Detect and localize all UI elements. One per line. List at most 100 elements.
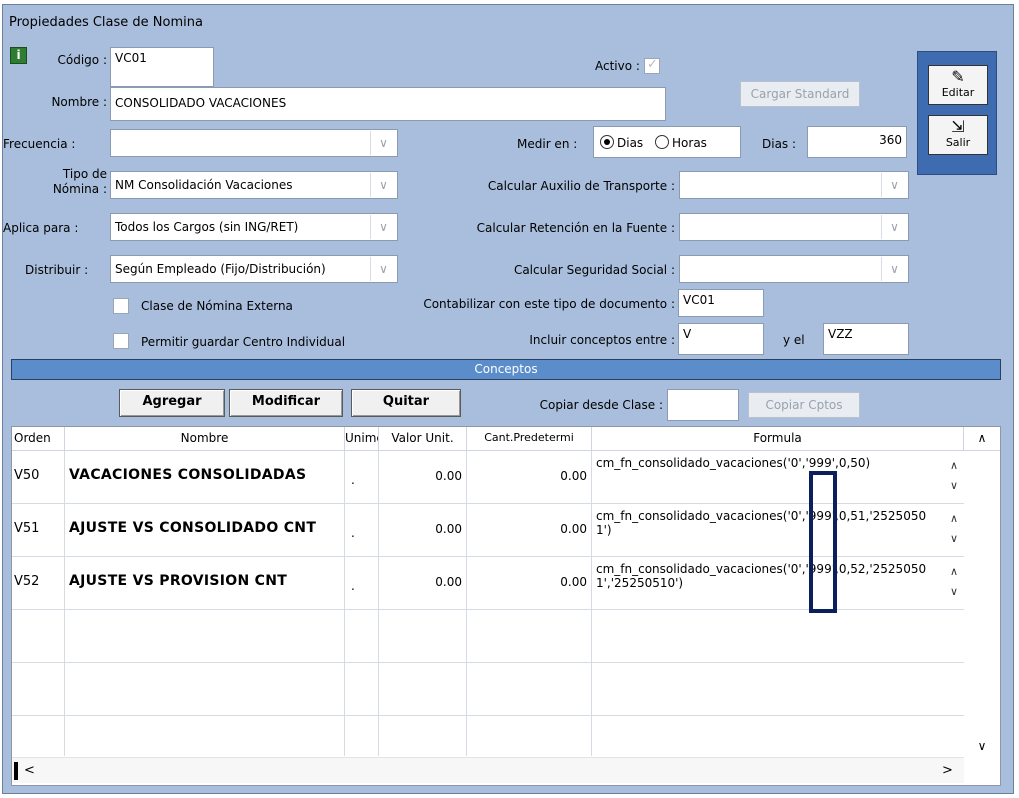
radio-horas[interactable]: Horas: [655, 135, 707, 150]
cell-nombre: VACACIONES CONSOLIDADAS: [65, 451, 345, 504]
cell-valor: 0.00: [379, 557, 467, 610]
dias-input[interactable]: 360: [807, 126, 907, 158]
empty-cell: [467, 716, 592, 756]
empty-cell: [467, 663, 592, 716]
chevron-down-icon[interactable]: ∨: [881, 215, 907, 239]
cell-scroll-up-icon[interactable]: ∧: [950, 512, 958, 525]
cell-scroll-up-icon[interactable]: ∧: [950, 459, 958, 472]
frecuencia-select[interactable]: ∨: [110, 129, 398, 157]
scroll-right-icon[interactable]: >: [942, 763, 953, 778]
medir-radio-group: Dias Horas: [593, 126, 741, 158]
quitar-button[interactable]: Quitar: [351, 389, 461, 417]
editar-label: Editar: [941, 86, 975, 99]
contabilizar-input[interactable]: VC01: [678, 289, 764, 317]
table-row-empty[interactable]: [12, 716, 964, 756]
cell-cant: 0.00: [467, 557, 592, 610]
cell-orden: V50: [12, 451, 65, 504]
cell-formula: cm_fn_consolidado_vacaciones('0','999',0…: [596, 509, 927, 537]
externa-checkbox[interactable]: [113, 298, 129, 314]
empty-cell: [65, 663, 345, 716]
centro-checkbox[interactable]: [113, 333, 129, 349]
table-row-empty[interactable]: [12, 610, 964, 663]
scroll-left-icon[interactable]: <: [24, 763, 35, 778]
column-header-orden[interactable]: Orden: [12, 427, 65, 451]
tipo-nomina-select[interactable]: NM Consolidación Vacaciones ∨: [110, 171, 398, 199]
incluir-from-input[interactable]: V: [678, 323, 764, 355]
incluir-yel-label: y el: [783, 333, 805, 347]
column-header-formula[interactable]: Formula: [592, 427, 964, 451]
modificar-button[interactable]: Modificar: [229, 389, 343, 417]
contabilizar-label: Contabilizar con este tipo de documento …: [423, 297, 675, 311]
salir-button[interactable]: ⇲ Salir: [928, 115, 988, 155]
chevron-down-icon[interactable]: ∨: [881, 173, 907, 197]
checkmark-icon: ✓: [647, 57, 658, 72]
cell-valor: 0.00: [379, 451, 467, 504]
cell-formula: cm_fn_consolidado_vacaciones('0','999',0…: [596, 562, 927, 590]
aplica-select[interactable]: Todos los Cargos (sin ING/RET) ∨: [110, 213, 398, 241]
highlight-box: [809, 471, 837, 613]
radio-dias[interactable]: Dias: [600, 135, 643, 150]
info-icon[interactable]: i: [10, 47, 27, 64]
conceptos-table: Orden Nombre Unimed Valor Unit. Cant.Pre…: [11, 426, 1001, 786]
cell-nombre: AJUSTE VS CONSOLIDADO CNT: [65, 504, 345, 557]
edit-icon: ✎: [951, 67, 965, 86]
chevron-down-icon[interactable]: ∨: [370, 257, 396, 281]
auxilio-select[interactable]: ∨: [679, 171, 909, 199]
codigo-input[interactable]: VC01: [110, 47, 214, 87]
vertical-scrollbar[interactable]: [964, 451, 1000, 757]
editar-button[interactable]: ✎ Editar: [928, 65, 988, 105]
distribuir-value: Según Empleado (Fijo/Distribución): [115, 262, 326, 276]
cell-scroll-down-icon[interactable]: ∨: [950, 585, 958, 598]
incluir-to-input[interactable]: VZZ: [823, 323, 909, 355]
scroll-up-icon[interactable]: ∧: [964, 427, 1000, 451]
distribuir-select[interactable]: Según Empleado (Fijo/Distribución) ∨: [110, 255, 398, 283]
exit-icon: ⇲: [951, 117, 965, 136]
medir-label: Medir en :: [517, 137, 578, 151]
empty-cell: [65, 610, 345, 663]
column-header-nombre[interactable]: Nombre: [65, 427, 345, 451]
column-header-cant[interactable]: Cant.Predetermi: [467, 427, 592, 451]
window-title: Propiedades Clase de Nomina: [9, 15, 203, 30]
empty-cell: [345, 663, 379, 716]
copiar-cptos-button[interactable]: Copiar Cptos: [748, 392, 860, 418]
retencion-select[interactable]: ∨: [679, 213, 909, 241]
empty-cell: [12, 610, 65, 663]
aplica-label: Aplica para :: [3, 221, 79, 235]
seguridad-select[interactable]: ∨: [679, 255, 909, 283]
cell-scroll-up-icon[interactable]: ∧: [950, 565, 958, 578]
column-header-valor[interactable]: Valor Unit.: [379, 427, 467, 451]
empty-cell: [345, 716, 379, 756]
dias-label: Dias :: [762, 137, 797, 151]
cell-nombre: AJUSTE VS PROVISION CNT: [65, 557, 345, 610]
nombre-label: Nombre :: [51, 95, 107, 109]
agregar-button[interactable]: Agregar: [119, 389, 225, 417]
horizontal-scrollbar[interactable]: < >: [12, 757, 964, 783]
chevron-down-icon[interactable]: ∨: [370, 131, 396, 155]
scroll-down-icon[interactable]: ∨: [964, 739, 1000, 757]
copiar-input[interactable]: [667, 389, 739, 421]
activo-label: Activo :: [595, 59, 640, 73]
conceptos-header: Conceptos: [11, 359, 1001, 380]
chevron-down-icon[interactable]: ∨: [881, 257, 907, 281]
radio-horas-label: Horas: [672, 136, 707, 150]
window: Propiedades Clase de Nomina i Código : V…: [2, 4, 1014, 794]
nombre-input[interactable]: CONSOLIDADO VACACIONES: [110, 87, 666, 121]
empty-cell: [379, 663, 467, 716]
scroll-thumb[interactable]: [14, 762, 18, 780]
table-row-empty[interactable]: [12, 663, 964, 716]
tipo-nomina-value: NM Consolidación Vacaciones: [115, 178, 293, 192]
column-header-unimed[interactable]: Unimed: [345, 427, 379, 451]
empty-cell: [379, 716, 467, 756]
incluir-label: Incluir conceptos entre :: [529, 333, 675, 347]
radio-dias-dot: [600, 135, 614, 149]
cell-scroll-down-icon[interactable]: ∨: [950, 479, 958, 492]
chevron-down-icon[interactable]: ∨: [370, 215, 396, 239]
activo-checkbox[interactable]: ✓: [644, 57, 660, 74]
cargar-standard-button[interactable]: Cargar Standard: [740, 81, 860, 107]
chevron-down-icon[interactable]: ∨: [370, 173, 396, 197]
cell-unimed: .: [345, 451, 379, 504]
cell-scroll-down-icon[interactable]: ∨: [950, 532, 958, 545]
tipo-label: Tipo de Nómina :: [13, 167, 107, 197]
tipo-label-line1: Tipo de: [62, 167, 107, 181]
cell-cant: 0.00: [467, 451, 592, 504]
